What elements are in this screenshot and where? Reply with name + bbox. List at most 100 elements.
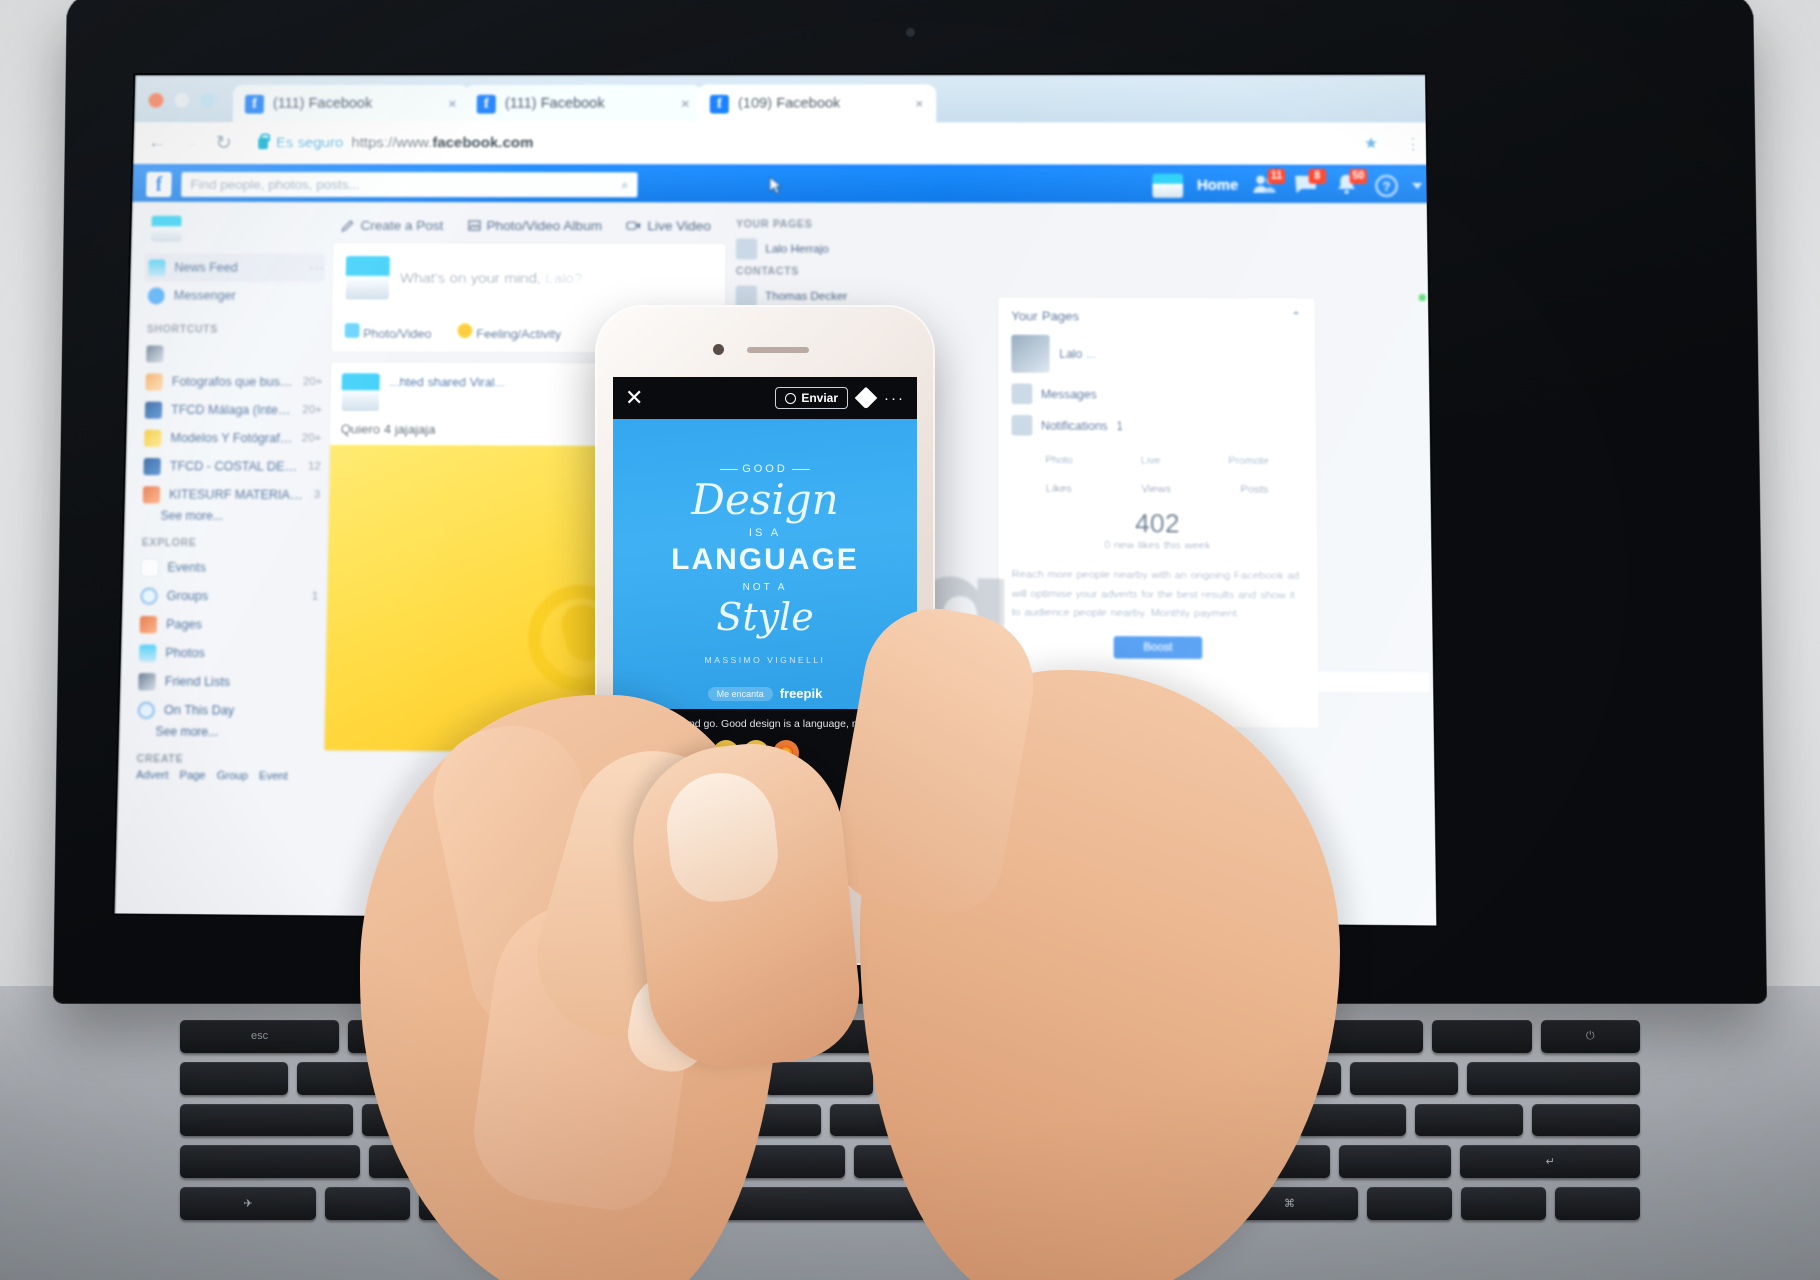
sidebar-item-label: Friend Lists	[165, 674, 317, 689]
sidebar-item-label: News Feed	[174, 261, 300, 275]
more-options-icon[interactable]: ···	[309, 261, 325, 275]
sidebar-item-photos[interactable]: Photos	[135, 638, 318, 668]
profile-avatar[interactable]	[1152, 173, 1183, 197]
close-window-button[interactable]	[148, 93, 163, 108]
close-icon[interactable]: ×	[915, 95, 924, 112]
minimize-window-button[interactable]	[174, 93, 189, 108]
create-link-group[interactable]: Group	[217, 770, 248, 783]
facebook-navbar: f Find people, photos, posts... ⌕ Home 1…	[132, 164, 1436, 203]
search-icon[interactable]: ⌕	[621, 177, 629, 193]
composer-input-row[interactable]: What's on your mind, Lalo?	[333, 244, 725, 313]
key-fn[interactable]: ✈	[180, 1187, 316, 1220]
key-power[interactable]: ⏻	[1541, 1020, 1640, 1053]
sidebar-item-shortcut-4[interactable]: TFCD - COSTAL DEL ... 12	[139, 452, 321, 481]
facebook-logo-icon[interactable]: f	[146, 172, 172, 197]
chevron-up-icon[interactable]: ⌃	[1291, 309, 1302, 325]
explore-see-more[interactable]: See more...	[133, 724, 316, 740]
maximize-window-button[interactable]	[200, 93, 215, 108]
key-bracket[interactable]	[1532, 1104, 1640, 1137]
create-link-advert[interactable]: Advert	[136, 769, 169, 782]
tab-list[interactable]: f (111) Facebook × f (111) Facebook × f …	[233, 75, 932, 123]
create-link-page[interactable]: Page	[179, 770, 205, 783]
your-pages-row[interactable]: Lalo Herrajo	[736, 236, 1426, 262]
sidebar-item-events[interactable]: Events	[137, 553, 319, 582]
shortcut-icon	[143, 486, 161, 503]
composer-feeling-button[interactable]: Feeling/Activity	[458, 323, 562, 341]
key-backspace[interactable]	[1467, 1062, 1640, 1095]
tab-create-a-post[interactable]: Create a Post	[341, 218, 443, 233]
close-icon[interactable]: ✕	[625, 387, 643, 409]
composer-tab-label: Photo/Video Album	[486, 218, 602, 233]
home-link[interactable]: Home	[1197, 177, 1238, 193]
sidebar-item-label: On This Day	[164, 703, 316, 718]
key-arrow-right[interactable]	[1555, 1187, 1640, 1220]
sidebar-item-shortcut-0[interactable]	[142, 339, 323, 368]
tab-live-video[interactable]: Live Video	[626, 218, 711, 233]
browser-tabstrip: f (111) Facebook × f (111) Facebook × f …	[134, 75, 1436, 123]
sidebar-item-label: Fotografos que busca...	[172, 375, 294, 389]
mouse-cursor-icon	[769, 176, 783, 194]
close-icon[interactable]: ×	[448, 95, 457, 112]
notifications-icon[interactable]: 50	[1334, 173, 1361, 197]
composer-placeholder-name: Lalo?	[545, 270, 582, 287]
sidebar-item-shortcut-3[interactable]: Modelos Y Fotógrafo... 20+	[140, 424, 322, 453]
key-return[interactable]: ↵	[1460, 1145, 1640, 1178]
sidebar-item-news-feed[interactable]: News Feed ···	[144, 254, 325, 282]
quote-line-design: Design	[691, 479, 838, 521]
sidebar-item-pages[interactable]: Pages	[135, 610, 318, 640]
more-options-icon[interactable]: ···	[884, 390, 905, 407]
shortcuts-see-more[interactable]: See more...	[138, 508, 320, 523]
bookmark-star-icon[interactable]: ★	[1363, 133, 1379, 153]
search-input[interactable]: Find people, photos, posts... ⌕	[181, 172, 638, 197]
sidebar-item-groups[interactable]: Groups 1	[136, 581, 319, 610]
key-p[interactable]	[1415, 1104, 1523, 1137]
tag-icon[interactable]	[855, 387, 878, 410]
sidebar-item-shortcut-2[interactable]: TFCD Málaga (Interca... 20+	[141, 396, 323, 425]
composer-placeholder[interactable]: What's on your mind, Lalo?	[400, 269, 583, 286]
sidebar-item-shortcut-5[interactable]: KITESURF MATERIAL... 3	[139, 480, 321, 509]
pages-panel-notifications[interactable]: Notifications 1	[1011, 415, 1303, 437]
reload-icon[interactable]: ↻	[215, 130, 232, 155]
sidebar-item-shortcut-1[interactable]: Fotografos que busca... 20+	[141, 367, 322, 396]
back-icon[interactable]: ←	[147, 131, 167, 154]
pages-action-promote[interactable]: Promote	[1228, 455, 1269, 467]
avatar[interactable]	[341, 373, 380, 411]
sidebar-item-friend-lists[interactable]: Friend Lists	[134, 667, 317, 697]
pages-action-photo[interactable]: Photo	[1045, 454, 1073, 466]
globe-icon	[785, 393, 796, 404]
create-link-event[interactable]: Event	[259, 770, 288, 783]
browser-tab-1[interactable]: f (111) Facebook ×	[233, 85, 469, 123]
sidebar-item-messenger[interactable]: Messenger	[143, 281, 324, 309]
key-arrow-updown[interactable]	[1461, 1187, 1546, 1220]
composer-footer-label: Feeling/Activity	[476, 327, 561, 341]
composer-photo-video-button[interactable]: Photo/Video	[344, 323, 431, 341]
notifications-badge: 50	[1349, 168, 1367, 183]
sidebar-avatar[interactable]	[151, 216, 182, 242]
composer-tabs[interactable]: Create a Post Photo/Video Album Live Vid…	[333, 212, 726, 243]
browser-menu-icon[interactable]: ⋮	[1405, 134, 1422, 152]
close-icon[interactable]: ×	[681, 95, 690, 112]
forward-icon[interactable]: →	[183, 134, 199, 152]
tab-photo-video-album[interactable]: Photo/Video Album	[467, 218, 602, 233]
address-bar[interactable]: Es seguro https://www.facebook.com ★	[248, 130, 1390, 156]
browser-tab-3[interactable]: f (109) Facebook ×	[698, 85, 936, 123]
chevron-down-icon[interactable]	[1412, 182, 1422, 188]
help-icon[interactable]: ?	[1375, 174, 1398, 196]
messages-icon[interactable]: 8	[1293, 173, 1320, 197]
sidebar-item-on-this-day[interactable]: On This Day	[133, 696, 316, 726]
pages-panel-page-row[interactable]: Lalo ...	[1011, 335, 1302, 374]
pages-panel-actions[interactable]: Photo Live Promote	[1011, 454, 1303, 467]
browser-tab-2[interactable]: f (111) Facebook ×	[464, 85, 701, 123]
stat-label-views: Views	[1141, 483, 1171, 495]
create-links[interactable]: Advert Page Group Event	[132, 769, 315, 783]
window-controls[interactable]	[148, 93, 215, 123]
friend-requests-icon[interactable]: 11	[1252, 173, 1279, 197]
sidebar-item-label: KITESURF MATERIAL...	[169, 487, 305, 502]
send-button[interactable]: Enviar	[775, 387, 848, 409]
pages-panel-messages[interactable]: Messages	[1011, 383, 1302, 405]
pages-action-live[interactable]: Live	[1141, 455, 1161, 467]
key-f11[interactable]	[1432, 1020, 1531, 1053]
sidebar-item-label: Groups	[167, 589, 303, 604]
key-tilde[interactable]	[180, 1062, 288, 1095]
shortcut-icon	[145, 373, 162, 390]
